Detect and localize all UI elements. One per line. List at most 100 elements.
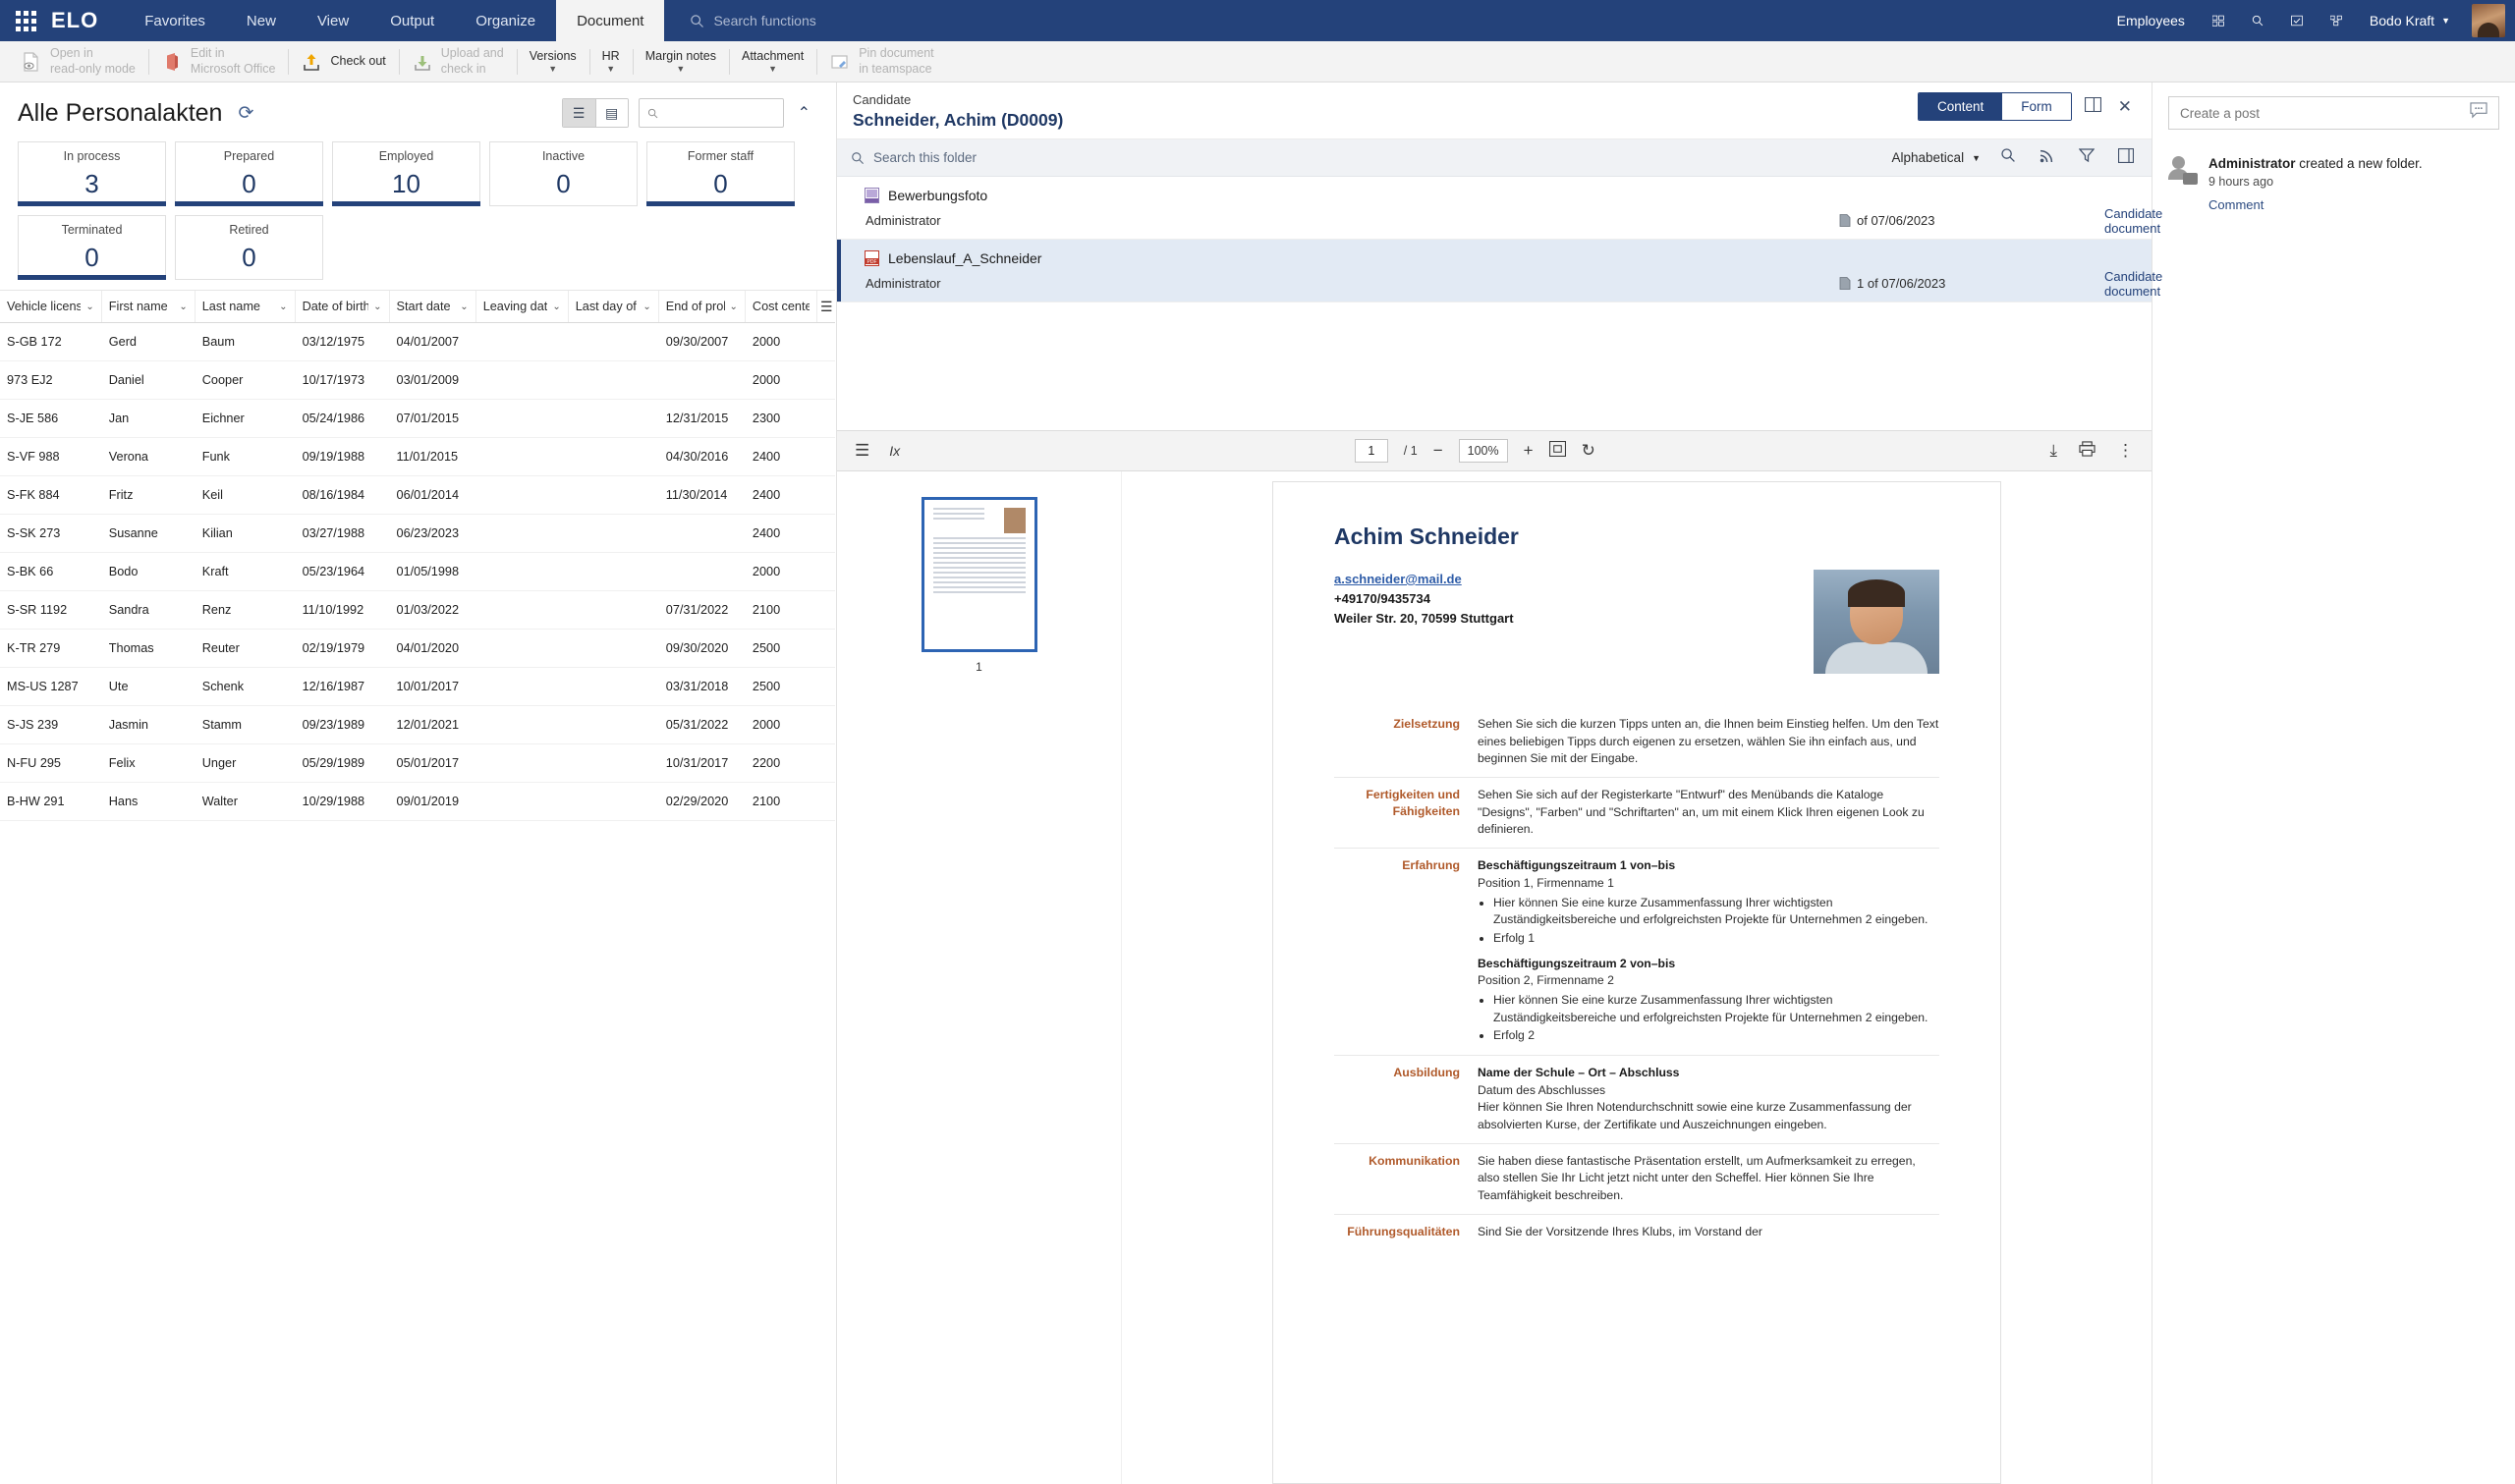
table-row[interactable]: N-FU 295 Felix Unger 05/29/1989 05/01/2017 10… — [0, 744, 835, 783]
text-cursor-icon[interactable]: Ix — [889, 443, 900, 459]
feed-comment-button[interactable]: Comment — [2208, 197, 2423, 212]
functions-search[interactable]: Search functions — [664, 0, 816, 41]
feed-icon[interactable] — [2036, 145, 2059, 170]
employees-link[interactable]: Employees — [2103, 0, 2199, 41]
tab-content[interactable]: Content — [1918, 93, 2003, 120]
create-post-box[interactable] — [2168, 96, 2499, 130]
sidebar-toggle-icon[interactable]: ☰ — [855, 441, 869, 461]
column-header-date-of-birth[interactable]: Date of birth .. ⌄ — [296, 291, 390, 322]
column-header-leaving-date[interactable]: Leaving date.. ⌄ — [476, 291, 569, 322]
kpi-label: Employed — [378, 148, 434, 163]
cv-email-link[interactable]: a.schneider@mail.de — [1334, 570, 1514, 589]
table-row[interactable]: S-SR 1192 Sandra Renz 11/10/1992 01/03/2022 0… — [0, 591, 835, 630]
thumbnail-line — [932, 552, 1026, 554]
table-row[interactable]: MS-US 1287 Ute Schenk 12/16/1987 10/01/2017 0… — [0, 668, 835, 706]
table-row[interactable]: S-FK 884 Fritz Keil 08/16/1984 06/01/2014 11/… — [0, 476, 835, 515]
nav-tab-output[interactable]: Output — [369, 0, 455, 41]
download-icon[interactable]: ⤓ — [2049, 441, 2057, 461]
zoom-level[interactable]: 100% — [1458, 439, 1508, 463]
table-search-box[interactable] — [638, 98, 784, 128]
column-header-last-day-of-work[interactable]: Last day of w.. ⌄ — [569, 291, 659, 322]
document-row-lebenslauf[interactable]: PDF Lebenslauf_A_Schneider Administrator… — [837, 240, 2162, 302]
ribbon-margin-notes[interactable]: Margin notes ▼ — [632, 44, 729, 80]
ribbon-open-readonly[interactable]: Open in read-only mode — [8, 44, 148, 80]
fit-page-icon[interactable] — [1548, 440, 1566, 462]
page-number-input[interactable]: 1 — [1354, 439, 1388, 463]
ribbon-edit-office[interactable]: Edit in Microsoft Office — [147, 44, 289, 80]
kpi-tile-employed[interactable]: Employed 10 — [332, 141, 480, 206]
comment-bubble-icon[interactable] — [2470, 102, 2487, 124]
layout-icon[interactable] — [2114, 146, 2138, 170]
thumbnail-page-1[interactable] — [921, 497, 1037, 652]
refresh-icon[interactable]: ⟳ — [238, 102, 253, 125]
table-row[interactable]: S-BK 66 Bodo Kraft 05/23/1964 01/05/1998 2000 — [0, 553, 835, 591]
folder-search[interactable]: Search this folder — [851, 150, 977, 165]
ribbon-check-out[interactable]: Check out — [288, 44, 398, 80]
kpi-tile-inactive[interactable]: Inactive 0 — [489, 141, 638, 206]
nav-tab-view[interactable]: View — [297, 0, 369, 41]
kpi-tile-former-staff[interactable]: Former staff 0 — [646, 141, 795, 206]
table-row[interactable]: S-GB 172 Gerd Baum 03/12/1975 04/01/2007 09/3… — [0, 323, 835, 361]
ribbon-upload-checkin[interactable]: Upload and check in — [398, 44, 517, 80]
avatar-monitor — [2183, 173, 2198, 185]
tiles-view-icon[interactable] — [2199, 0, 2238, 41]
user-avatar[interactable] — [2472, 4, 2505, 37]
table-row[interactable]: S-VF 988 Verona Funk 09/19/1988 11/01/2015 04… — [0, 438, 835, 476]
kpi-tile-in-process[interactable]: In process 3 — [18, 141, 166, 206]
table-row[interactable]: 973 EJ2 Daniel Cooper 10/17/1973 03/01/2009 2… — [0, 361, 835, 400]
filter-icon[interactable] — [2075, 145, 2098, 170]
detail-view-button[interactable]: ▤ — [594, 99, 628, 127]
tab-form[interactable]: Form — [2002, 93, 2071, 120]
nav-tabs: Favorites New View Output Organize Docum… — [124, 0, 665, 41]
kpi-tile-prepared[interactable]: Prepared 0 — [175, 141, 323, 206]
kpi-tile-terminated[interactable]: Terminated 0 — [18, 215, 166, 280]
nav-tab-organize[interactable]: Organize — [455, 0, 556, 41]
nav-tab-favorites[interactable]: Favorites — [124, 0, 226, 41]
rotate-icon[interactable]: ↻ — [1582, 441, 1595, 461]
table-options-icon[interactable]: ☰ — [817, 299, 835, 315]
table-row[interactable]: S-JS 239 Jasmin Stamm 09/23/1989 12/01/2021 0… — [0, 706, 835, 744]
table-row[interactable]: B-HW 291 Hans Walter 10/29/1988 09/01/2019 02… — [0, 783, 835, 821]
search-icon-button[interactable] — [2238, 0, 2277, 41]
table-row[interactable]: S-SK 273 Susanne Kilian 03/27/1988 06/23/202… — [0, 515, 835, 553]
app-launcher-button[interactable] — [0, 0, 51, 41]
ribbon-versions[interactable]: Versions ▼ — [516, 44, 589, 80]
table-cell: 04/30/2016 — [665, 450, 729, 464]
create-post-input[interactable] — [2180, 105, 2462, 121]
ribbon-attachment[interactable]: Attachment ▼ — [728, 44, 816, 80]
nav-tab-new[interactable]: New — [226, 0, 297, 41]
job-heading-1: Beschäftigungszeitraum 1 von–bis — [1478, 858, 1676, 873]
functions-search-placeholder: Search functions — [713, 13, 816, 28]
column-header-first-name[interactable]: First name ⌄ — [102, 291, 196, 322]
user-menu[interactable]: Bodo Kraft ▼ — [2356, 0, 2464, 41]
more-options-icon[interactable]: ⋮ — [2117, 441, 2134, 461]
split-view-icon[interactable] — [2081, 95, 2105, 119]
zoom-in-icon[interactable]: + — [1524, 441, 1534, 461]
table-row[interactable]: K-TR 279 Thomas Reuter 02/19/1979 04/01/2020… — [0, 630, 835, 668]
table-cell: 2000 — [752, 565, 781, 578]
cv-page: Achim Schneider a.schneider@mail.de +491… — [1272, 481, 2001, 1484]
nav-tab-document[interactable]: Document — [556, 0, 665, 41]
tasks-icon-button[interactable] — [2277, 0, 2317, 41]
column-header-vehicle-license[interactable]: Vehicle license .. ⌄ — [0, 291, 102, 322]
ribbon-hr[interactable]: HR ▼ — [588, 44, 633, 80]
table-row[interactable]: S-JE 586 Jan Eichner 05/24/1986 07/01/2015 12… — [0, 400, 835, 438]
print-icon[interactable] — [2079, 440, 2096, 462]
job-bullets-1: Hier können Sie eine kurze Zusammenfassu… — [1493, 895, 1939, 948]
close-icon[interactable]: ✕ — [2114, 95, 2136, 119]
ribbon-pin-teamspace[interactable]: Pin document in teamspace — [816, 44, 946, 80]
column-header-last-name[interactable]: Last name ⌄ — [196, 291, 296, 322]
zoom-out-icon[interactable]: − — [1433, 441, 1443, 461]
column-header-cost-center[interactable]: Cost center — [746, 291, 818, 322]
column-header-end-of-probation[interactable]: End of proba.. ⌄ — [659, 291, 746, 322]
kpi-tile-retired[interactable]: Retired 0 — [175, 215, 323, 280]
document-row-bewerbungsfoto[interactable]: Bewerbungsfoto Administrator of 07/06/20… — [837, 177, 2162, 240]
folder-search-icon[interactable] — [1996, 145, 2020, 170]
column-label: Start date — [396, 300, 451, 313]
table-search-input[interactable] — [664, 105, 775, 121]
workflow-icon-button[interactable] — [2317, 0, 2356, 41]
collapse-tiles-button[interactable]: ⌃ — [794, 103, 814, 123]
column-header-start-date[interactable]: Start date ⌄ — [390, 291, 476, 322]
sort-dropdown[interactable]: Alphabetical ▼ — [1892, 150, 1981, 165]
list-view-button[interactable]: ☰ — [562, 99, 595, 127]
